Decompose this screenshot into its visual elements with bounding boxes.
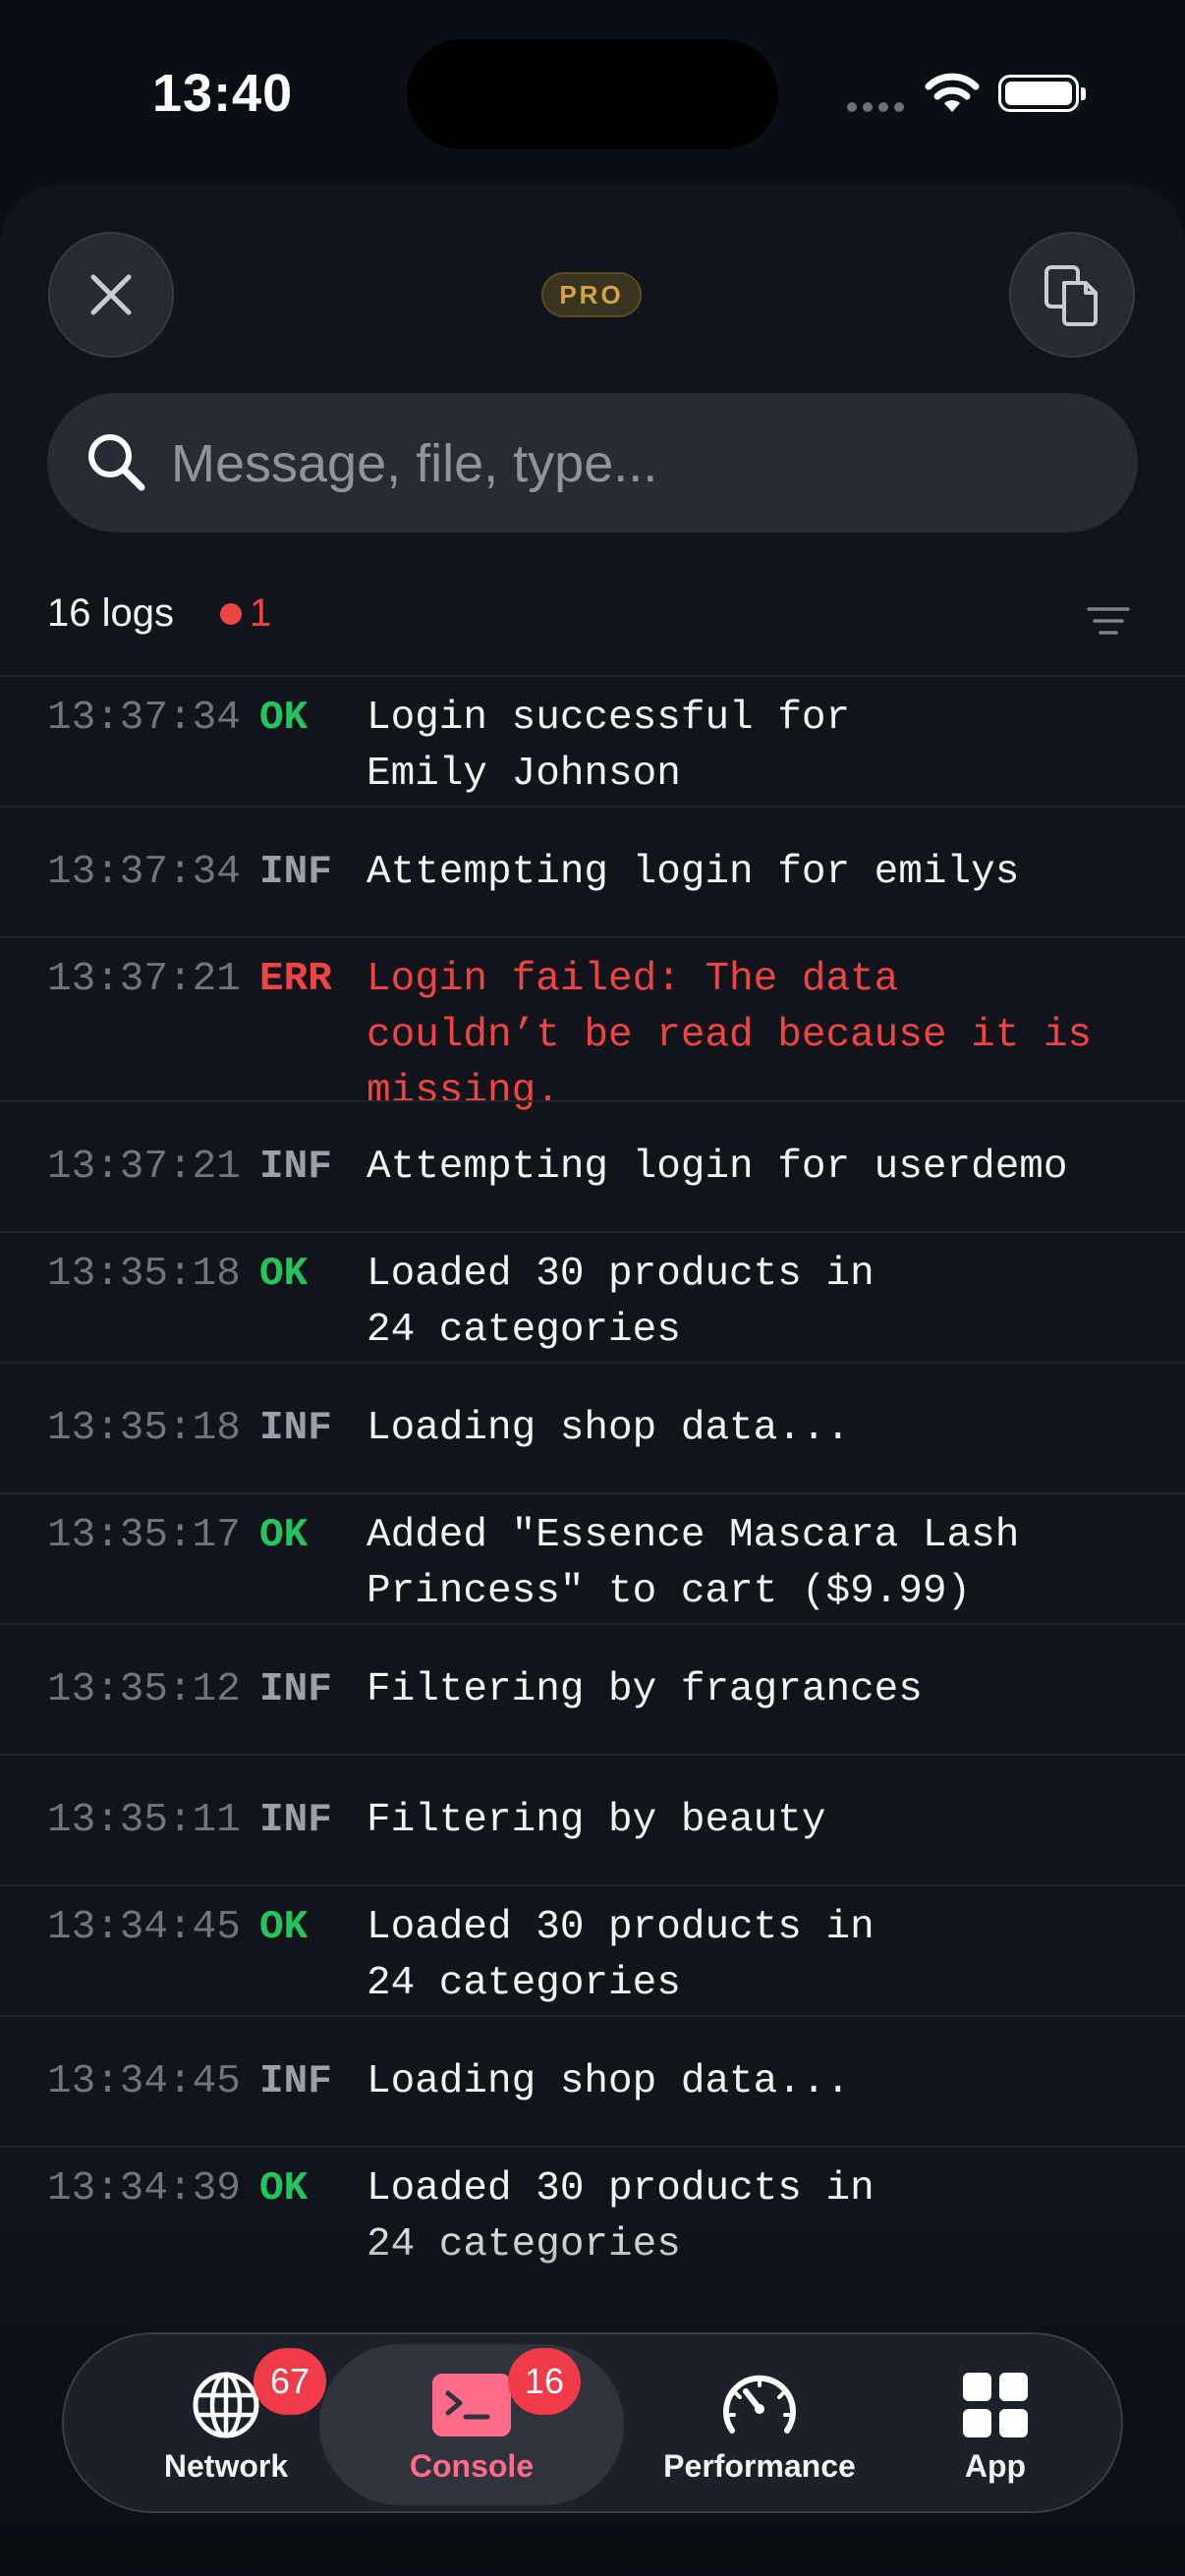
log-level: INF: [259, 1798, 332, 1843]
tab-bar: Network 67 Console 16 Performance App: [62, 2332, 1123, 2513]
log-time: 13:35:17: [47, 1513, 241, 1558]
cellular-signal-icon: [847, 102, 904, 112]
wifi-icon: [925, 73, 980, 112]
globe-icon: [193, 2372, 259, 2438]
log-message: Loaded 30 products in 24 categories: [367, 1252, 875, 1353]
tab-label: Network: [163, 2448, 289, 2484]
error-count[interactable]: 1: [220, 591, 271, 636]
log-row[interactable]: 13:35:12 INF Filtering by fragrances: [0, 1623, 1185, 1754]
console-badge: 16: [508, 2348, 581, 2415]
log-message: Attempting login for userdemo: [367, 1145, 1068, 1190]
search-bar[interactable]: [47, 393, 1138, 532]
tab-console[interactable]: Console 16: [319, 2344, 624, 2505]
log-level: OK: [259, 1252, 309, 1297]
grid-icon: [963, 2373, 1028, 2437]
log-time: 13:37:34: [47, 696, 241, 741]
log-level: INF: [259, 1406, 332, 1451]
pro-badge: PRO: [541, 272, 642, 317]
log-row[interactable]: 13:35:17 OK Added "Essence Mascara Lash Pr…: [0, 1492, 1185, 1623]
network-badge: 67: [254, 2348, 326, 2415]
log-time: 13:34:45: [47, 1905, 241, 1950]
close-button[interactable]: [48, 232, 174, 358]
log-level: OK: [259, 1905, 309, 1950]
log-time: 13:37:21: [47, 957, 241, 1002]
log-time: 13:35:12: [47, 1667, 241, 1712]
log-level: INF: [259, 1145, 332, 1190]
log-level: OK: [259, 696, 309, 741]
log-message: Attempting login for emilys: [367, 850, 1020, 895]
log-time: 13:35:18: [47, 1406, 241, 1451]
log-row[interactable]: 13:37:21 INF Attempting login for userdemo: [0, 1100, 1185, 1231]
log-level: OK: [259, 1513, 309, 1558]
log-message: Loaded 30 products in 24 categories: [367, 1905, 875, 2006]
log-time: 13:37:34: [47, 850, 241, 895]
log-time: 13:34:39: [47, 2166, 241, 2212]
log-row[interactable]: 13:37:34 OK Login successful for Emily Joh…: [0, 675, 1185, 806]
tab-label: Performance: [663, 2448, 856, 2484]
log-row[interactable]: 13:35:18 OK Loaded 30 products in 24 categ…: [0, 1231, 1185, 1362]
log-level: OK: [259, 2166, 309, 2212]
dynamic-island: [407, 39, 778, 149]
log-level: ERR: [259, 957, 332, 1002]
log-message: Filtering by beauty: [367, 1798, 826, 1843]
tab-performance[interactable]: Performance: [612, 2334, 907, 2511]
log-row[interactable]: 13:34:45 INF Loading shop data...: [0, 2015, 1185, 2146]
log-row[interactable]: 13:35:18 INF Loading shop data...: [0, 1362, 1185, 1492]
error-dot-icon: [220, 602, 242, 625]
tab-app[interactable]: App: [901, 2334, 1090, 2511]
status-time: 13:40: [152, 64, 294, 123]
log-summary: 16 logs 1: [0, 574, 1185, 664]
gauge-icon: [723, 2375, 796, 2434]
tab-label: App: [964, 2448, 1027, 2484]
log-level: INF: [259, 850, 332, 895]
copy-icon: [1044, 265, 1098, 326]
status-bar: 13:40: [0, 0, 1185, 187]
tab-network[interactable]: Network 67: [105, 2334, 347, 2511]
log-message: Filtering by fragrances: [367, 1667, 923, 1712]
log-time: 13:35:18: [47, 1252, 241, 1297]
log-message: Loading shop data...: [367, 1406, 851, 1451]
search-input[interactable]: [169, 420, 1106, 507]
terminal-icon: [432, 2374, 511, 2436]
close-icon: [90, 274, 132, 315]
log-message: Added "Essence Mascara Lash Princess" to…: [367, 1513, 1020, 1614]
log-time: 13:34:45: [47, 2059, 241, 2104]
log-message: Loading shop data...: [367, 2059, 851, 2104]
error-count-value: 1: [250, 591, 272, 635]
log-time: 13:37:21: [47, 1145, 241, 1190]
tab-label: Console: [409, 2448, 535, 2484]
log-row[interactable]: 13:35:11 INF Filtering by beauty: [0, 1754, 1185, 1884]
log-message: Login successful for Emily Johnson: [367, 696, 851, 797]
log-row[interactable]: 13:34:45 OK Loaded 30 products in 24 categ…: [0, 1884, 1185, 2015]
search-icon: [88, 434, 145, 491]
log-message: Login failed: The data couldn’t be read …: [367, 957, 1093, 1114]
battery-icon: [998, 75, 1086, 112]
filter-icon[interactable]: [1085, 601, 1132, 641]
copy-button[interactable]: [1009, 232, 1135, 358]
log-row[interactable]: 13:37:21 ERR Login failed: The data couldn…: [0, 936, 1185, 1114]
log-level: INF: [259, 1667, 332, 1712]
log-level: INF: [259, 2059, 332, 2104]
log-time: 13:35:11: [47, 1798, 241, 1843]
log-row[interactable]: 13:37:34 INF Attempting login for emilys: [0, 806, 1185, 936]
log-list: 13:37:34 OK Login successful for Emily Joh…: [0, 675, 1185, 2276]
log-count: 16 logs: [47, 591, 174, 635]
